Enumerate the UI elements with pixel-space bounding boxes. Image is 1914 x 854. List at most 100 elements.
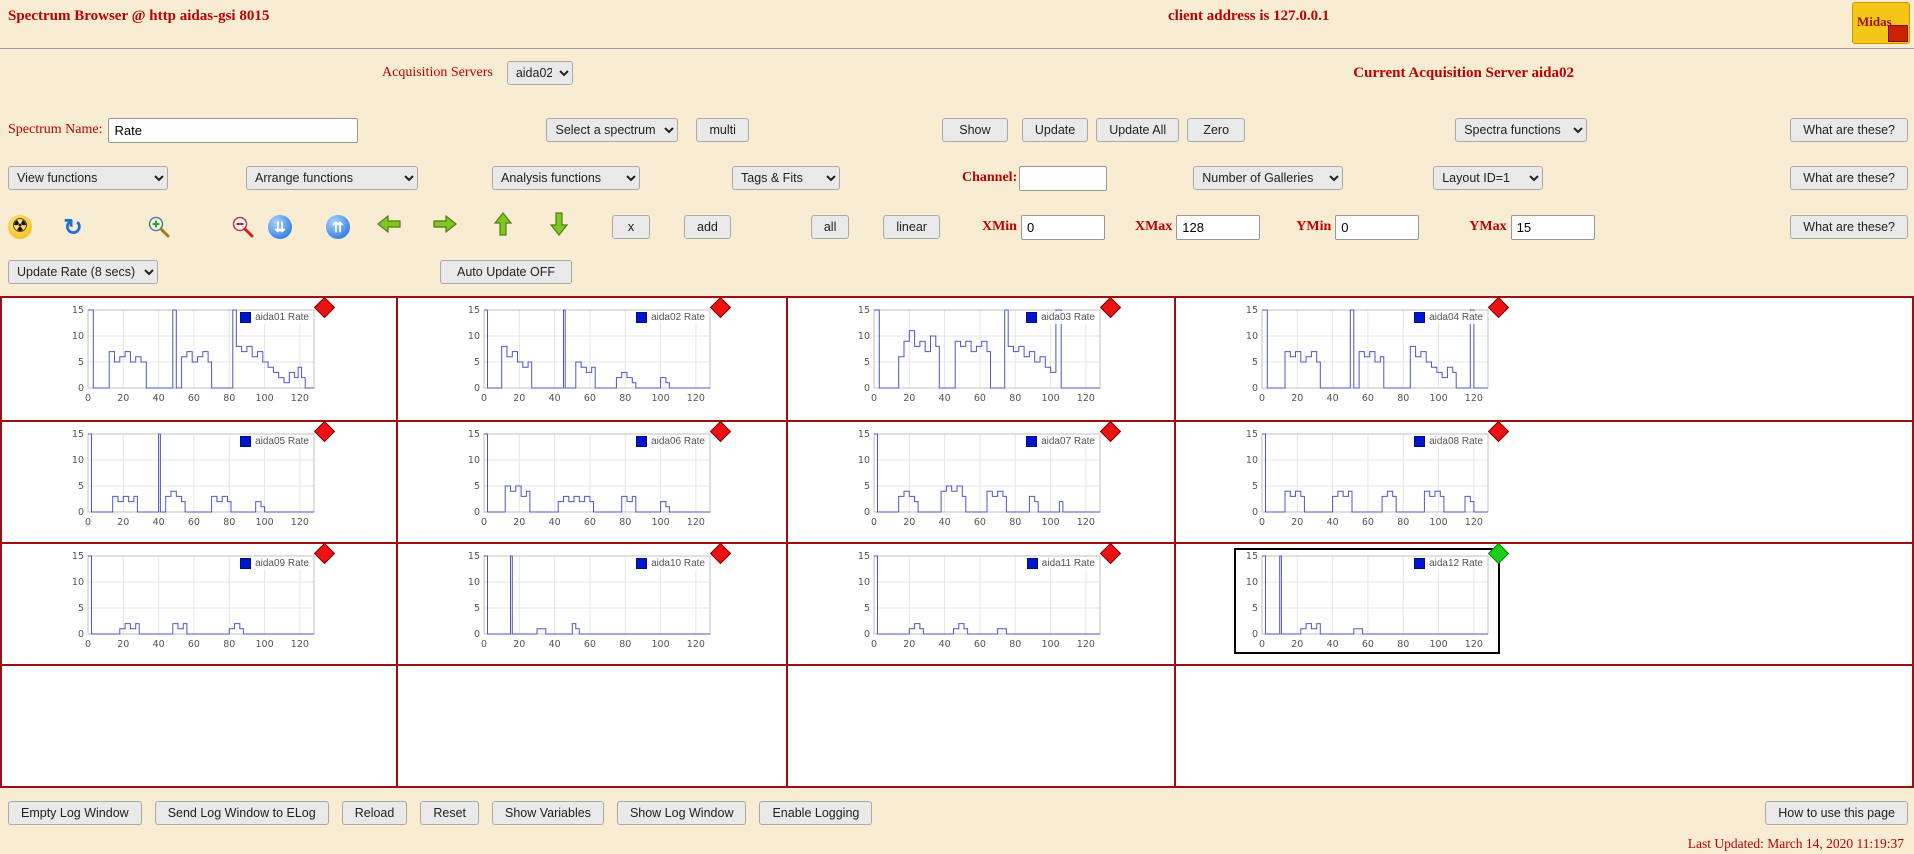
update-rate-dropdown[interactable]: Update Rate (8 secs) [8,260,158,284]
legend-label: aida12 Rate [1429,558,1483,569]
svg-text:0: 0 [78,383,84,394]
empty-log-window-button[interactable]: Empty Log Window [8,801,142,825]
refresh-icon[interactable]: ↻ [60,214,86,240]
svg-text:20: 20 [1291,639,1303,650]
gallery-cell-aida09[interactable]: 0 20 40 60 80 100 120 0 5 10 15 aida09 Rate [2,542,398,666]
select-spectrum-dropdown[interactable]: Select a spectrum [546,118,679,142]
send-log-window-to-elog-button[interactable]: Send Log Window to ELog [154,801,329,825]
layout-id-dropdown[interactable]: Layout ID=1 [1433,166,1544,190]
number-of-galleries-dropdown[interactable]: Number of Galleries [1193,166,1344,190]
arrow-left-icon[interactable] [376,214,402,240]
svg-text:15: 15 [468,551,480,562]
gallery-cell-aida05[interactable]: 0 20 40 60 80 100 120 0 5 10 15 aida05 Rate [2,420,398,544]
legend-label: aida06 Rate [651,436,705,447]
radiation-icon[interactable]: ☢ [8,215,32,239]
zero-button[interactable]: Zero [1187,118,1246,142]
svg-text:120: 120 [1077,639,1095,650]
arrange-functions-dropdown[interactable]: Arrange functions [246,166,418,190]
svg-text:60: 60 [1362,393,1374,404]
svg-text:20: 20 [903,639,915,650]
svg-text:40: 40 [153,639,165,650]
zoom-in-icon[interactable] [146,214,172,240]
xmin-input[interactable] [1020,214,1105,240]
gallery-cell-aida11[interactable]: 0 20 40 60 80 100 120 0 5 10 15 aida11 Rate [788,542,1176,666]
show-button[interactable]: Show [941,118,1008,142]
svg-text:100: 100 [1041,639,1059,650]
current-acquisition-server: Current Acquisition Server aida02 [1353,64,1574,81]
svg-text:0: 0 [871,517,877,528]
svg-text:5: 5 [1252,603,1258,614]
zoom-out-icon[interactable] [230,214,256,240]
reload-button[interactable]: Reload [341,801,408,825]
svg-text:0: 0 [481,639,487,650]
collapse-vertical-icon[interactable]: ⇊ [268,215,292,239]
how-to-use-button[interactable]: How to use this page [1765,801,1908,825]
what-are-these-button-3[interactable]: What are these? [1790,215,1908,239]
svg-text:20: 20 [117,393,129,404]
auto-update-button[interactable]: Auto Update OFF [440,260,572,284]
ymin-input[interactable] [1335,214,1420,240]
arrow-right-icon[interactable] [432,214,458,240]
page-title: Spectrum Browser @ http aidas-gsi 8015 [8,8,270,24]
gallery-cell-aida01[interactable]: 0 20 40 60 80 100 120 0 5 10 15 aida01 Rate [2,296,398,422]
chart-aida11: 0 20 40 60 80 100 120 0 5 10 15 aida11 Rate [848,542,1122,652]
gallery-cell-aida10[interactable]: 0 20 40 60 80 100 120 0 5 10 15 aida10 Rate [398,542,788,666]
add-button[interactable]: add [684,215,731,239]
gallery-cell-empty [788,666,1176,786]
channel-input[interactable] [1019,165,1108,191]
gallery-cell-aida07[interactable]: 0 20 40 60 80 100 120 0 5 10 15 aida07 Rate [788,420,1176,544]
view-functions-dropdown[interactable]: View functions [8,166,168,190]
chart-legend: aida06 Rate [633,435,708,448]
gallery-cell-aida06[interactable]: 0 20 40 60 80 100 120 0 5 10 15 aida06 Rate [398,420,788,544]
linear-button[interactable]: linear [883,215,940,239]
xmax-input[interactable] [1176,214,1261,240]
update-all-button[interactable]: Update All [1096,118,1180,142]
midas-logo-text: Midas [1857,14,1892,29]
gallery-cell-aida12[interactable]: 0 20 40 60 80 100 120 0 5 10 15 aida12 Rate [1176,542,1912,666]
tags-fits-dropdown[interactable]: Tags & Fits [732,166,840,190]
chart-aida02: 0 20 40 60 80 100 120 0 5 10 15 aida02 Rate [458,296,732,406]
svg-text:80: 80 [619,517,631,528]
all-button[interactable]: all [810,215,850,239]
spectrum-gallery: 0 20 40 60 80 100 120 0 5 10 15 aida01 Rate 0 20 40 60 8… [0,296,1914,788]
chart-legend: aida01 Rate [237,311,312,324]
acquisition-server-select[interactable]: aida02 [506,61,573,85]
analysis-functions-dropdown[interactable]: Analysis functions [492,166,640,190]
what-are-these-button-1[interactable]: What are these? [1790,118,1908,142]
spectra-functions-dropdown[interactable]: Spectra functions [1455,118,1588,142]
show-log-window-button[interactable]: Show Log Window [616,801,747,825]
multi-button[interactable]: multi [696,118,749,142]
ymax-input[interactable] [1510,214,1595,240]
reset-button[interactable]: Reset [420,801,479,825]
midas-logo-badge-icon [1888,25,1908,42]
svg-text:120: 120 [687,393,705,404]
spectrum-name-input[interactable] [108,117,359,143]
gallery-cell-aida04[interactable]: 0 20 40 60 80 100 120 0 5 10 15 aida04 Rate [1176,296,1912,422]
gallery-cell-aida03[interactable]: 0 20 40 60 80 100 120 0 5 10 15 aida03 Rate [788,296,1176,422]
svg-text:120: 120 [1077,393,1095,404]
what-are-these-button-2[interactable]: What are these? [1790,166,1908,190]
enable-logging-button[interactable]: Enable Logging [759,801,873,825]
gallery-cell-aida02[interactable]: 0 20 40 60 80 100 120 0 5 10 15 aida02 Rate [398,296,788,422]
show-variables-button[interactable]: Show Variables [492,801,604,825]
chart-legend: aida09 Rate [237,557,312,570]
midas-logo[interactable]: Midas [1852,2,1910,44]
legend-label: aida05 Rate [255,436,309,447]
legend-label: aida07 Rate [1041,436,1095,447]
arrow-down-icon[interactable] [546,212,572,240]
chart-aida08: 0 20 40 60 80 100 120 0 5 10 15 aida08 Rate [1236,420,1510,530]
svg-text:5: 5 [474,481,480,492]
legend-swatch-icon [636,558,648,569]
gallery-cell-aida08[interactable]: 0 20 40 60 80 100 120 0 5 10 15 aida08 Rate [1176,420,1912,544]
svg-text:100: 100 [651,517,669,528]
svg-text:10: 10 [468,577,480,588]
expand-vertical-icon[interactable]: ⇈ [326,215,350,239]
x-button[interactable]: x [612,215,650,239]
svg-text:60: 60 [188,393,200,404]
chart-legend: aida02 Rate [633,311,708,324]
arrow-up-icon[interactable] [490,212,516,240]
svg-text:5: 5 [864,603,870,614]
svg-text:0: 0 [481,393,487,404]
update-button[interactable]: Update [1021,118,1089,142]
legend-swatch-icon [1414,436,1426,447]
